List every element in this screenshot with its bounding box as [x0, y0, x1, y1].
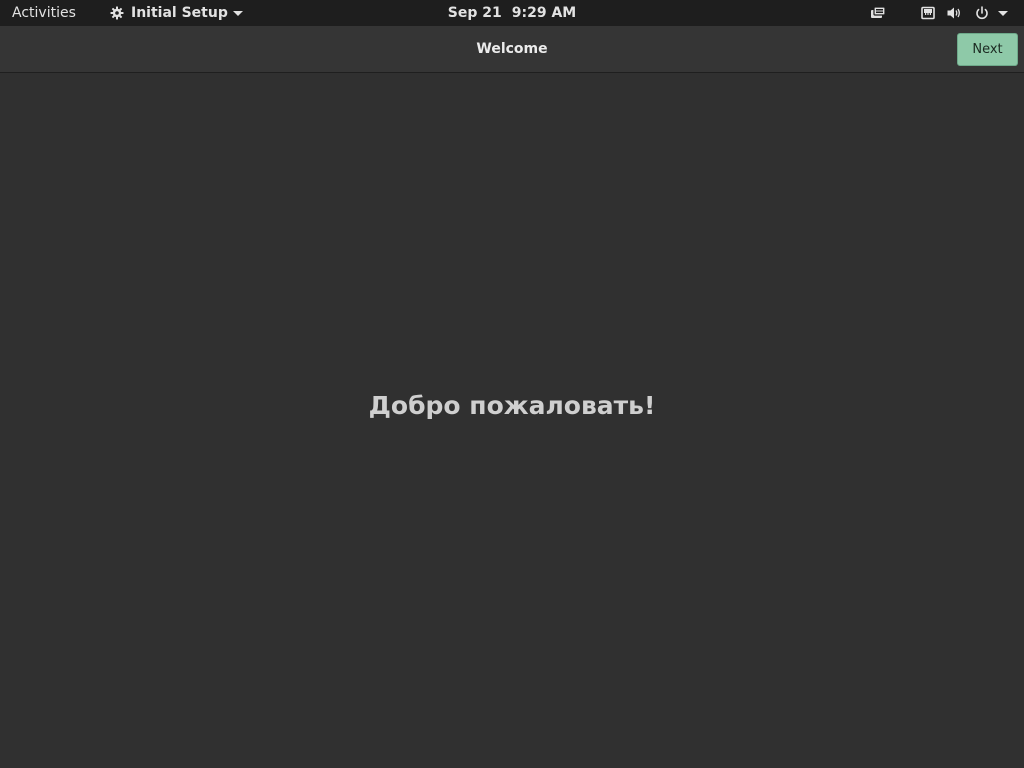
- network-wired-icon: [920, 5, 936, 21]
- accessibility-menu[interactable]: [864, 0, 892, 26]
- system-status-menu[interactable]: [914, 0, 1008, 26]
- page-title: Welcome: [476, 41, 548, 57]
- accessibility-icon: [870, 5, 886, 21]
- main-content: Добро пожаловать!: [0, 73, 1024, 768]
- app-menu-button[interactable]: Initial Setup: [104, 0, 249, 26]
- app-menu-label: Initial Setup: [131, 5, 228, 21]
- gear-icon: [110, 6, 124, 20]
- clock-time: 9:29 AM: [511, 5, 577, 21]
- system-menu-caret-icon: [998, 10, 1008, 16]
- next-button[interactable]: Next: [957, 33, 1018, 66]
- chevron-down-icon: [232, 10, 243, 16]
- welcome-heading: Добро пожаловать!: [368, 391, 656, 420]
- volume-icon: [946, 5, 962, 21]
- power-icon: [974, 5, 990, 21]
- activities-button[interactable]: Activities: [0, 0, 88, 26]
- top-panel: Activities Initial Setup Sep 21 9:29 AM: [0, 0, 1024, 26]
- clock-date: Sep 21: [447, 5, 502, 21]
- header-bar: Welcome Next: [0, 26, 1024, 73]
- clock-button[interactable]: Sep 21 9:29 AM: [448, 5, 576, 21]
